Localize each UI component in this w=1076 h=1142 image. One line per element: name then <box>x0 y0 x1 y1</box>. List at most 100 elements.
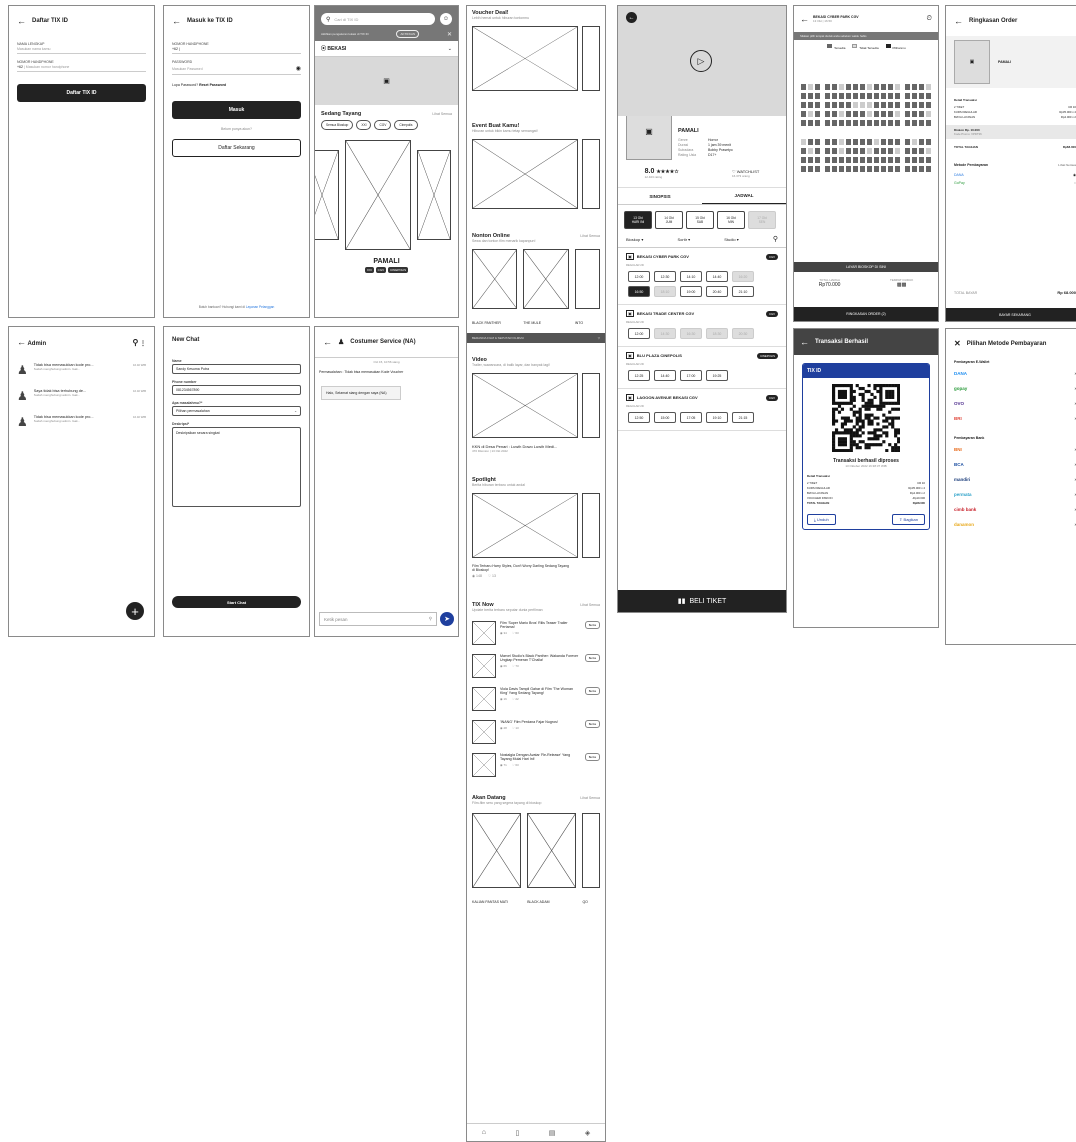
date-button[interactable]: 17 Okt SEN <box>748 211 776 229</box>
seat[interactable] <box>895 93 901 99</box>
seat[interactable] <box>859 111 865 117</box>
seat[interactable] <box>808 102 814 108</box>
seat[interactable] <box>925 148 931 154</box>
seat[interactable] <box>874 157 880 163</box>
seat[interactable] <box>831 93 837 99</box>
seat[interactable] <box>881 120 887 126</box>
chat-item[interactable]: ♟ Tidak bisa memasukkan kode pro... 16.40 … <box>9 357 154 383</box>
bank-option[interactable]: BCA › <box>946 457 1076 472</box>
seat[interactable] <box>859 120 865 126</box>
video-thumbnail[interactable] <box>582 373 600 438</box>
seat[interactable] <box>838 120 844 126</box>
seat[interactable] <box>838 148 844 154</box>
see-all-link[interactable]: Lihat Semua <box>580 796 600 800</box>
seat[interactable] <box>831 84 837 90</box>
see-all-link[interactable]: Lihat Semua <box>580 603 600 607</box>
seat[interactable] <box>888 120 894 126</box>
seat[interactable] <box>911 93 917 99</box>
seat[interactable] <box>904 120 910 126</box>
pay-now-button[interactable]: BAYAR SEKARANG <box>946 308 1076 321</box>
seat[interactable] <box>831 120 837 126</box>
seat[interactable] <box>911 166 917 172</box>
date-button[interactable]: 15 Okt SAB <box>686 211 714 229</box>
login-button[interactable]: Masuk <box>172 101 301 119</box>
seat[interactable] <box>867 102 873 108</box>
showtime-button[interactable]: 16:30 <box>680 328 702 339</box>
seat[interactable] <box>888 84 894 90</box>
seat[interactable] <box>845 157 851 163</box>
seat[interactable] <box>874 139 880 145</box>
seat[interactable] <box>815 166 821 172</box>
seat[interactable] <box>925 157 931 163</box>
showtime-button[interactable]: 14:30 <box>654 328 676 339</box>
seat[interactable] <box>925 111 931 117</box>
seat[interactable] <box>838 166 844 172</box>
seat[interactable] <box>824 102 830 108</box>
seat[interactable] <box>859 93 865 99</box>
seat[interactable] <box>824 148 830 154</box>
payment-option[interactable]: GoPay ○ <box>946 179 1076 187</box>
back-arrow-icon[interactable]: ← <box>172 16 181 26</box>
seat[interactable] <box>815 84 821 90</box>
seat[interactable] <box>852 166 858 172</box>
seat[interactable] <box>824 139 830 145</box>
seat[interactable] <box>874 111 880 117</box>
filter-chip[interactable]: CGV <box>374 120 392 130</box>
seat[interactable] <box>874 166 880 172</box>
studio-filter[interactable]: Studio ▾ <box>724 237 738 242</box>
poster-image[interactable] <box>472 813 522 888</box>
seat[interactable] <box>815 139 821 145</box>
seat[interactable] <box>881 102 887 108</box>
search-input[interactable]: ⚲ Cari di TIX ID <box>321 13 435 25</box>
seat[interactable] <box>824 93 830 99</box>
seat[interactable] <box>904 139 910 145</box>
seat[interactable] <box>918 157 924 163</box>
seat[interactable] <box>845 166 851 172</box>
register-now-button[interactable]: Daftar Sekarang <box>172 139 301 157</box>
seat[interactable] <box>845 84 851 90</box>
news-item[interactable]: Marvel Studio's Black Panther: Wakanda F… <box>472 654 600 678</box>
seat[interactable] <box>881 148 887 154</box>
showtime-button[interactable]: 12:50 <box>628 412 650 423</box>
seat[interactable] <box>895 120 901 126</box>
close-icon[interactable]: ✕ <box>954 339 961 348</box>
filter-chip[interactable]: Cinepolis <box>394 120 418 130</box>
seat[interactable] <box>824 166 830 172</box>
showtime-button[interactable]: 18:10 <box>654 286 676 297</box>
seat[interactable] <box>838 139 844 145</box>
back-arrow-icon[interactable]: ← <box>800 14 809 24</box>
seat[interactable] <box>859 157 865 163</box>
seat[interactable] <box>831 157 837 163</box>
seat[interactable] <box>895 139 901 145</box>
seat[interactable] <box>801 139 807 145</box>
seat[interactable] <box>904 102 910 108</box>
seat[interactable] <box>845 120 851 126</box>
seat[interactable] <box>911 157 917 163</box>
seat[interactable] <box>801 102 807 108</box>
filter-icon[interactable]: ▽ <box>598 336 600 340</box>
showtime-button[interactable]: 19:00 <box>680 286 702 297</box>
seat[interactable] <box>824 120 830 126</box>
back-arrow-icon[interactable]: ← <box>323 337 332 347</box>
seat[interactable] <box>808 166 814 172</box>
seat[interactable] <box>859 84 865 90</box>
seat[interactable] <box>831 139 837 145</box>
seat[interactable] <box>808 84 814 90</box>
seat[interactable] <box>867 84 873 90</box>
showtime-button[interactable]: 16:50 <box>628 286 650 297</box>
seat[interactable] <box>852 84 858 90</box>
poster-image[interactable] <box>417 150 451 240</box>
seat[interactable] <box>874 93 880 99</box>
seat[interactable] <box>838 93 844 99</box>
phone-input[interactable]: +62 | Masukan nomor handphone <box>17 65 146 72</box>
cinema-filter[interactable]: Bioskop ▾ <box>626 237 643 242</box>
seat[interactable] <box>881 139 887 145</box>
seat[interactable] <box>911 139 917 145</box>
showtime-button[interactable]: 19:25 <box>706 370 728 381</box>
buy-ticket-button[interactable]: ▮▮ BELI TIKET <box>618 590 786 612</box>
event-image[interactable] <box>582 139 600 209</box>
showtime-button[interactable]: 16:20 <box>732 271 754 282</box>
poster-image[interactable] <box>582 813 601 888</box>
seat[interactable] <box>904 157 910 163</box>
profile-icon[interactable]: ◈ <box>585 1129 590 1137</box>
